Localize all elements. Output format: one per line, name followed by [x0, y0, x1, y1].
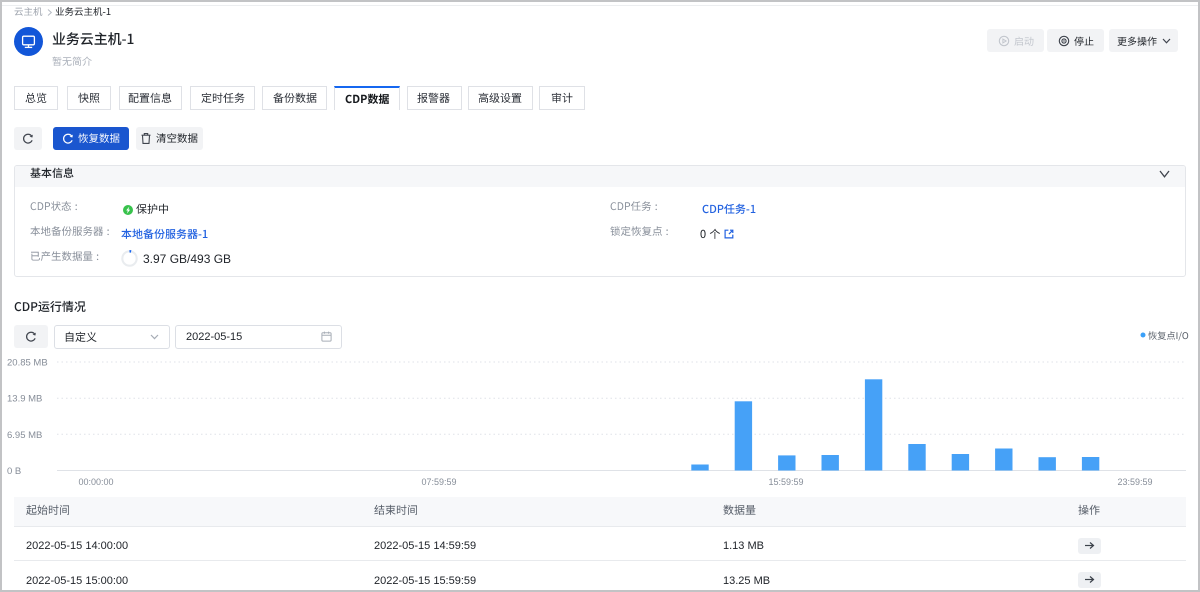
svg-text:13.9 MB: 13.9 MB: [7, 394, 42, 405]
svg-text:6.95 MB: 6.95 MB: [7, 430, 42, 441]
svg-text:07:59:59: 07:59:59: [421, 477, 456, 487]
svg-text:0 B: 0 B: [7, 466, 21, 477]
svg-text:20.85 MB: 20.85 MB: [7, 358, 48, 369]
svg-text:15:59:59: 15:59:59: [768, 477, 803, 487]
svg-text:00:00:00: 00:00:00: [78, 477, 113, 487]
svg-text:23:59:59: 23:59:59: [1117, 477, 1152, 487]
